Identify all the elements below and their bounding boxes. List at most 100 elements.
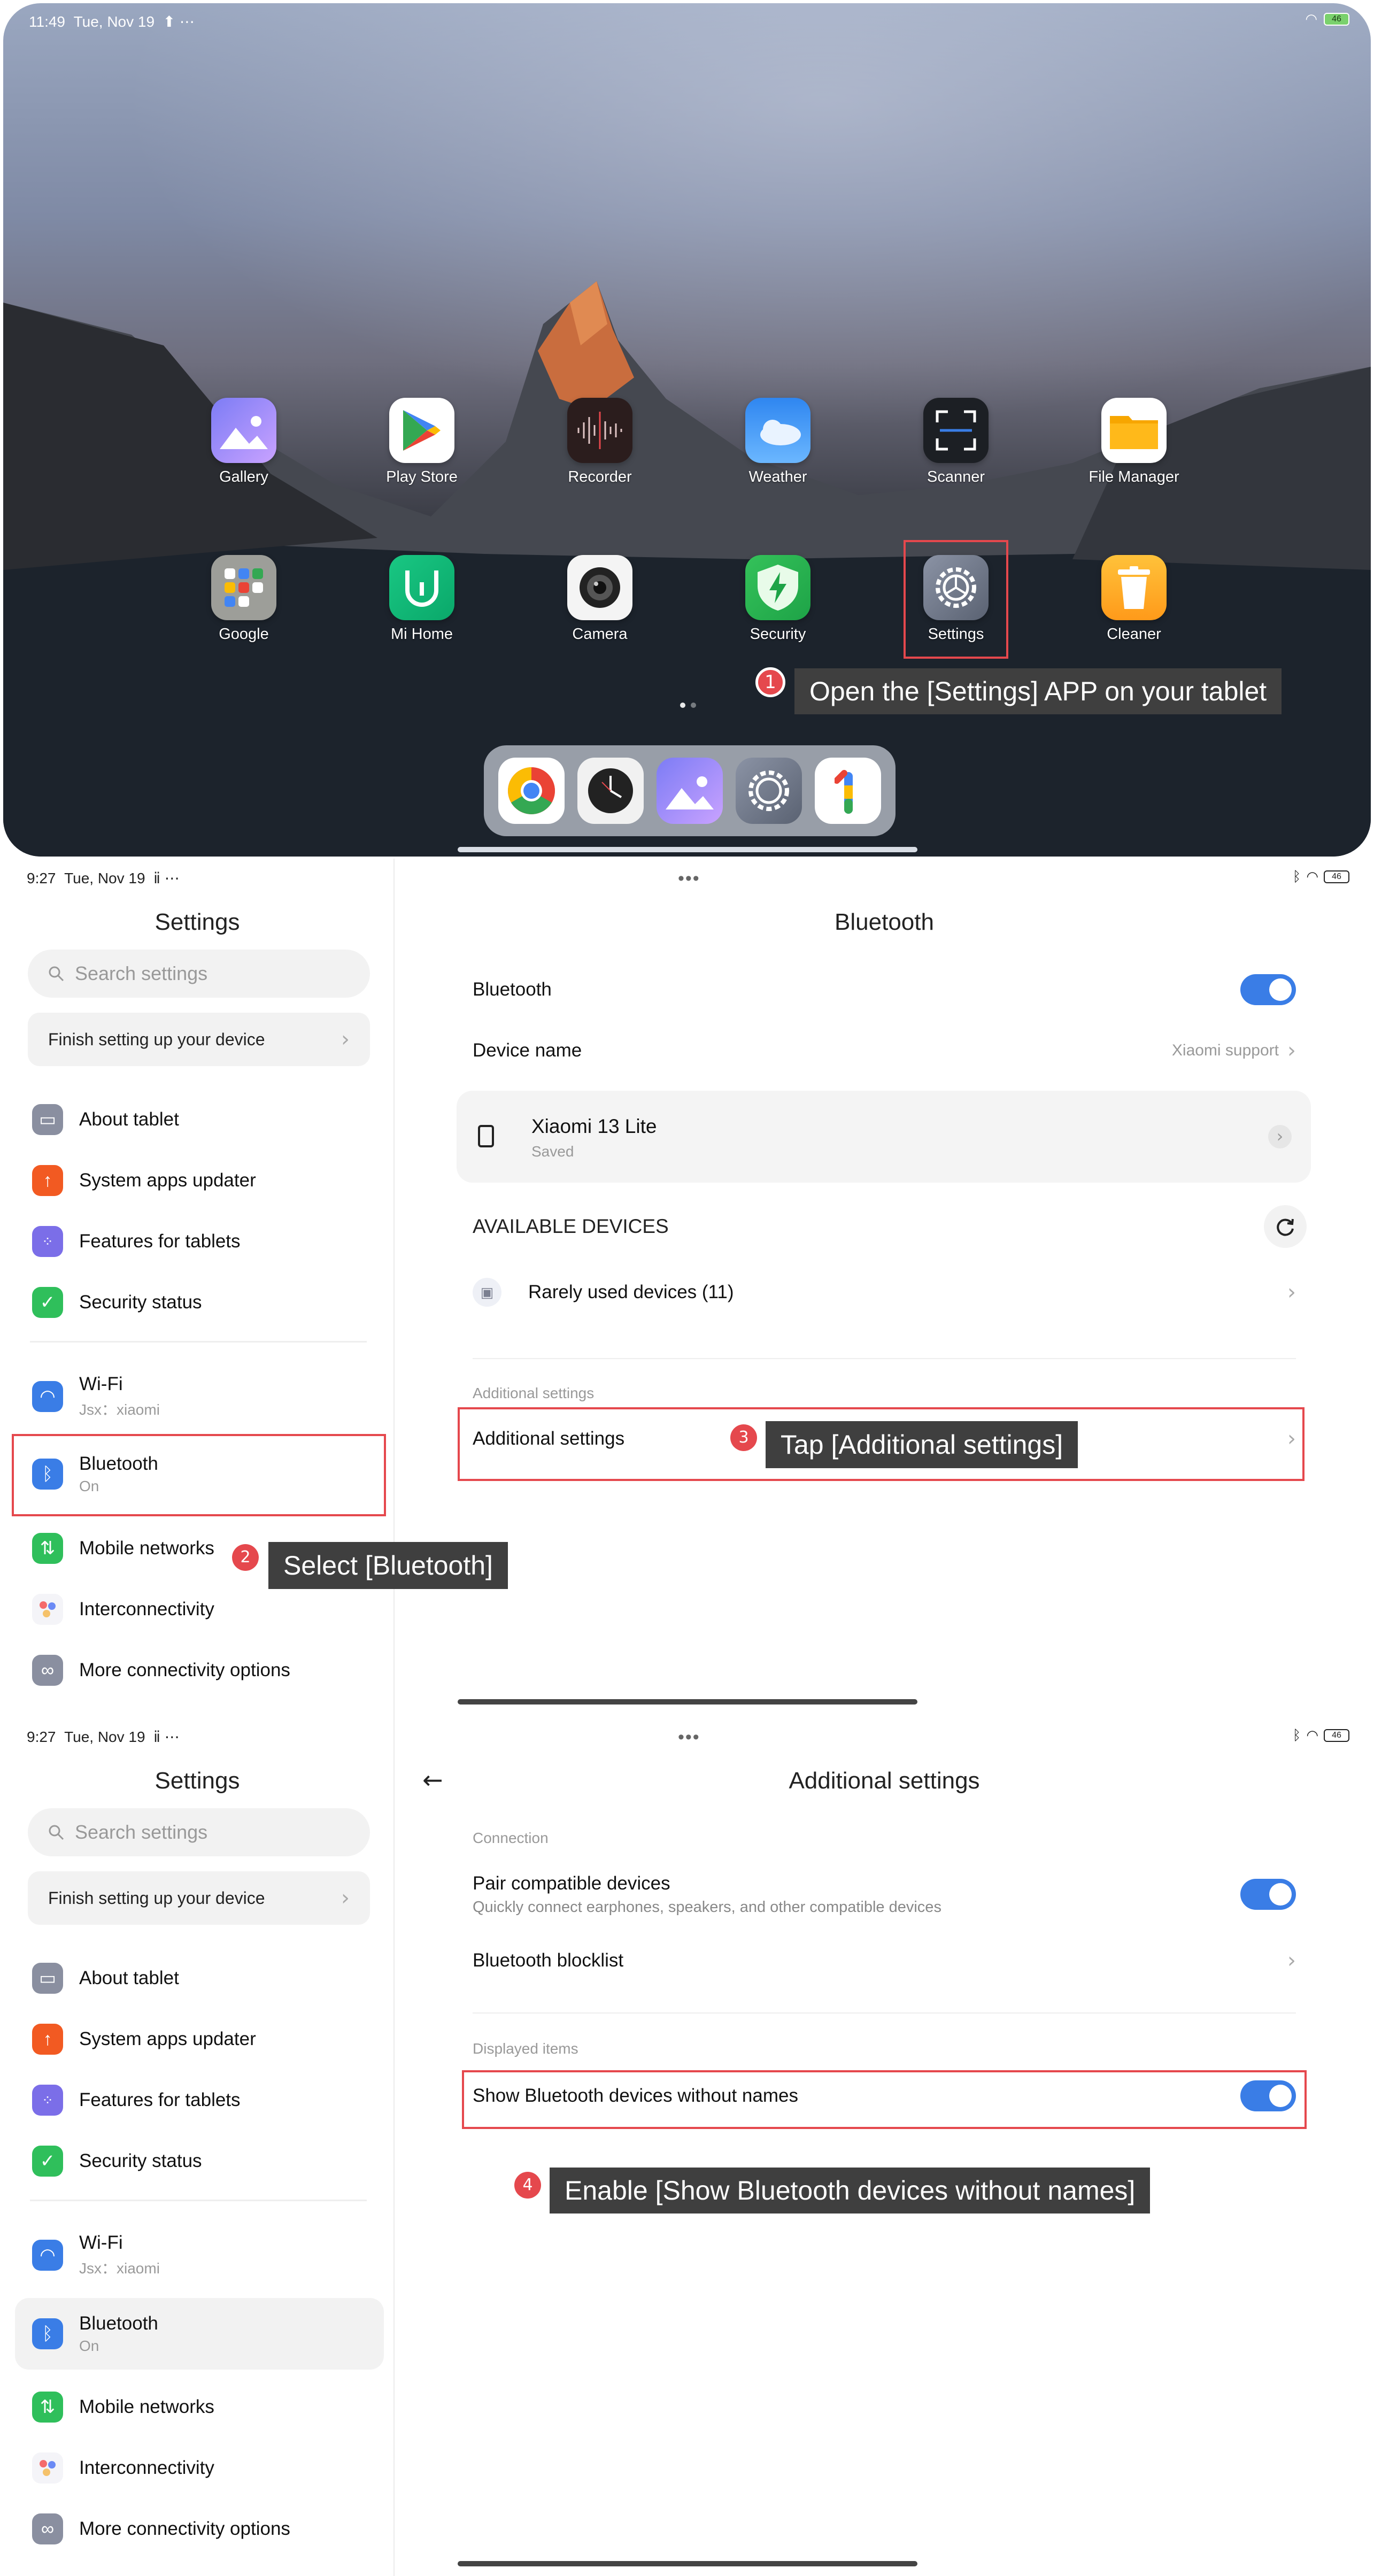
file-manager-icon	[1101, 398, 1167, 463]
sidebar-item-label: System apps updater	[79, 2029, 256, 2049]
sidebar-item-system-apps-updater[interactable]: ↑ System apps updater	[15, 2018, 384, 2061]
window-handle[interactable]: •••	[678, 868, 700, 889]
rarely-used-devices-row[interactable]: ▣ Rarely used devices (11) ›	[473, 1268, 1296, 1316]
sidebar-item-about-tablet[interactable]: ▭ About tablet	[15, 1098, 384, 1141]
status-bar-icons: ᛒ ◠ 46	[1293, 868, 1349, 885]
wifi-icon: ◠	[32, 1381, 63, 1412]
sidebar-item-features-for-tablets[interactable]: ⁘ Features for tablets	[15, 1220, 384, 1263]
tablet-icon: ▭	[32, 1963, 63, 1994]
sidebar-item-label: System apps updater	[79, 1170, 256, 1191]
google-one-icon[interactable]	[815, 758, 881, 824]
pair-compatible-row[interactable]: Pair compatible devices Quickly connect …	[473, 1865, 1296, 1924]
search-input[interactable]: Search settings	[28, 950, 370, 998]
sidebar-item-mobile-networks[interactable]: ⇅ Mobile networks	[15, 2386, 384, 2428]
app-label: Gallery	[219, 468, 268, 485]
device-details-button[interactable]: ›	[1268, 1125, 1292, 1148]
mobile-data-icon: ⇅	[32, 2392, 63, 2423]
step-badge-1: 1	[755, 667, 785, 697]
app-label: Weather	[748, 468, 807, 485]
bluetooth-blocklist-row[interactable]: Bluetooth blocklist ›	[473, 1937, 1296, 1985]
refresh-icon[interactable]	[1264, 1205, 1307, 1248]
finish-setup-button[interactable]: Finish setting up your device ›	[28, 1871, 370, 1925]
sidebar-item-features-for-tablets[interactable]: ⁘ Features for tablets	[15, 2079, 384, 2122]
link-icon: ∞	[32, 1655, 63, 1686]
settings-icon[interactable]	[736, 758, 802, 824]
window-handle[interactable]: •••	[678, 1727, 700, 1748]
chevron-right-icon: ›	[341, 1886, 350, 1910]
sidebar-title: Settings	[155, 909, 240, 935]
app-play-store[interactable]: Play Store	[368, 398, 475, 486]
home-indicator[interactable]	[458, 2561, 917, 2566]
sidebar-item-more-connectivity[interactable]: ∞ More connectivity options	[15, 2508, 384, 2550]
step-badge-3: 3	[730, 1424, 757, 1451]
bluetooth-blocklist-label: Bluetooth blocklist	[473, 1950, 624, 1971]
search-input[interactable]: Search settings	[28, 1808, 370, 1856]
dock	[484, 745, 896, 836]
device-name-label: Device name	[473, 1040, 582, 1061]
app-gallery[interactable]: Gallery	[190, 398, 297, 486]
sidebar-item-wifi[interactable]: ◠ Wi-Fi Jsx：xiaomi	[15, 2228, 384, 2282]
page-title: Bluetooth	[835, 909, 934, 935]
home-indicator[interactable]	[458, 1699, 917, 1705]
bluetooth-status-icon: ᛒ	[1292, 1727, 1301, 1743]
app-label: Recorder	[568, 468, 632, 485]
app-cleaner[interactable]: Cleaner	[1080, 555, 1187, 643]
wifi-icon: ◠	[1306, 1727, 1318, 1743]
chrome-icon[interactable]	[498, 758, 565, 824]
highlight-settings-app	[904, 540, 1008, 659]
app-label: Cleaner	[1107, 626, 1161, 643]
paired-device-card[interactable]: Xiaomi 13 Lite Saved ›	[457, 1091, 1311, 1183]
pair-compatible-sublabel: Quickly connect earphones, speakers, and…	[473, 1898, 941, 1916]
app-google[interactable]: Google	[190, 555, 297, 643]
sidebar-item-system-apps-updater[interactable]: ↑ System apps updater	[15, 1159, 384, 1202]
page-indicator	[680, 703, 696, 708]
app-label: Google	[219, 626, 269, 643]
app-camera[interactable]: Camera	[546, 555, 653, 643]
home-indicator[interactable]	[458, 847, 917, 852]
app-file-manager[interactable]: File Manager	[1080, 398, 1187, 486]
bluetooth-toggle-row[interactable]: Bluetooth	[473, 966, 1296, 1014]
gallery-icon[interactable]	[657, 758, 723, 824]
sidebar-item-label: Wi-Fi	[79, 2232, 123, 2253]
device-name-row[interactable]: Device name Xiaomi support ›	[473, 1027, 1296, 1075]
clock-icon[interactable]	[577, 758, 644, 824]
rarely-used-label: Rarely used devices (11)	[528, 1282, 734, 1302]
sidebar-item-about-tablet[interactable]: ▭ About tablet	[15, 1957, 384, 2000]
app-weather[interactable]: Weather	[724, 398, 831, 486]
section-label-connection: Connection	[473, 1830, 549, 1846]
paired-device-status: Saved	[531, 1143, 574, 1160]
pair-compatible-toggle[interactable]	[1240, 1879, 1296, 1910]
grid-icon: ⁘	[32, 2085, 63, 2116]
settings-sidebar: Settings Search settings Finish setting …	[0, 1717, 395, 2576]
sidebar-item-sublabel: Jsx：xiaomi	[79, 1401, 160, 1418]
app-label: File Manager	[1089, 468, 1179, 485]
app-security[interactable]: Security	[724, 555, 831, 643]
sidebar-item-bluetooth[interactable]: ᛒ Bluetooth On	[15, 2298, 384, 2370]
sidebar-item-interconnectivity[interactable]: Interconnectivity	[15, 2447, 384, 2489]
app-scanner[interactable]: Scanner	[902, 398, 1009, 486]
bluetooth-screen: 9:27 Tue, Nov 19 ⅱ ⋯ ᛒ ◠ 46 ••• Settings…	[0, 859, 1374, 1717]
app-recorder[interactable]: Recorder	[546, 398, 653, 486]
callout-step-4: Enable [Show Bluetooth devices without n…	[550, 2168, 1151, 2213]
chevron-right-icon: ›	[1287, 1038, 1296, 1063]
sidebar-item-label: Features for tablets	[79, 1231, 241, 1252]
sidebar-item-interconnectivity[interactable]: Interconnectivity	[15, 1588, 384, 1631]
sidebar-item-security-status[interactable]: ✓ Security status	[15, 1281, 384, 1324]
status-bar-icons: ◠ 46	[1305, 11, 1349, 27]
weather-icon	[745, 398, 810, 463]
app-mi-home[interactable]: Mi Home	[368, 555, 475, 643]
finish-setup-label: Finish setting up your device	[48, 1029, 265, 1049]
section-label-additional: Additional settings	[473, 1385, 595, 1401]
scanner-icon	[923, 398, 989, 463]
update-arrow-icon: ↑	[32, 2024, 63, 2055]
mobile-data-icon: ⇅	[32, 1533, 63, 1564]
sidebar-item-more-connectivity[interactable]: ∞ More connectivity options	[15, 1649, 384, 1692]
device-box-icon: ▣	[473, 1278, 501, 1307]
camera-icon	[567, 555, 632, 620]
divider	[473, 2012, 1296, 2014]
sidebar-item-security-status[interactable]: ✓ Security status	[15, 2140, 384, 2182]
sidebar-item-wifi[interactable]: ◠ Wi-Fi Jsx：xiaomi	[15, 1370, 384, 1423]
bluetooth-toggle[interactable]	[1240, 974, 1296, 1005]
security-icon	[745, 555, 810, 620]
finish-setup-button[interactable]: Finish setting up your device ›	[28, 1013, 370, 1066]
